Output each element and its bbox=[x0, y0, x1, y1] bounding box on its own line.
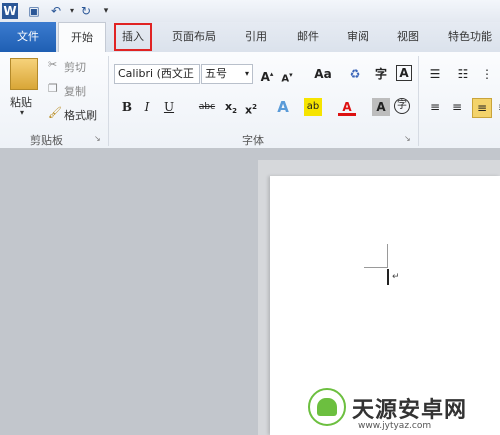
tab-view[interactable]: 视图 bbox=[390, 22, 426, 52]
font-name-combo[interactable]: Calibri (西文正 bbox=[114, 64, 200, 84]
align-left-icon[interactable]: ≡ bbox=[426, 98, 444, 116]
font-group-label: 字体 bbox=[242, 134, 264, 147]
cut-icon[interactable]: ✂ bbox=[48, 58, 57, 71]
font-size-dropdown-icon[interactable]: ▾ bbox=[245, 65, 249, 83]
ribbon-tabs: 文件 开始 插入 页面布局 引用 邮件 审阅 视图 特色功能 bbox=[0, 22, 500, 52]
multilevel-list-icon[interactable]: ⋮ bbox=[478, 65, 496, 83]
cut-button[interactable]: 剪切 bbox=[64, 59, 86, 75]
bold-icon[interactable]: B bbox=[118, 98, 136, 116]
clear-format-icon[interactable]: ♻ bbox=[346, 65, 364, 83]
align-center-icon[interactable]: ≡ bbox=[448, 98, 466, 116]
android-icon bbox=[317, 398, 337, 416]
redo-icon[interactable]: ↻ bbox=[78, 3, 94, 19]
change-case-icon[interactable]: Aa bbox=[310, 65, 336, 83]
paste-dropdown-icon[interactable]: ▾ bbox=[20, 108, 24, 117]
paste-icon[interactable] bbox=[10, 58, 38, 90]
enclose-char-icon[interactable]: 字 bbox=[394, 98, 410, 114]
tab-mailings[interactable]: 邮件 bbox=[290, 22, 326, 52]
copy-button[interactable]: 复制 bbox=[64, 83, 86, 99]
numbering-icon[interactable]: ☷ bbox=[454, 65, 472, 83]
subscript-icon[interactable]: x2 bbox=[222, 98, 240, 116]
strikethrough-icon[interactable]: abc bbox=[196, 98, 218, 116]
font-color-icon[interactable]: A bbox=[338, 98, 356, 116]
tab-review[interactable]: 审阅 bbox=[340, 22, 376, 52]
underline-icon[interactable]: U bbox=[160, 98, 178, 116]
tab-home[interactable]: 开始 bbox=[58, 22, 106, 52]
phonetic-guide-icon[interactable]: 字 bbox=[372, 65, 390, 83]
undo-icon[interactable]: ↶ bbox=[48, 3, 64, 19]
format-painter-button[interactable]: 格式刷 bbox=[64, 107, 97, 123]
customize-icon[interactable]: ▾ bbox=[98, 3, 114, 19]
justify-icon[interactable]: ≡ bbox=[494, 98, 500, 116]
bullets-icon[interactable]: ☰ bbox=[426, 65, 444, 83]
italic-icon[interactable]: I bbox=[138, 98, 156, 116]
clipboard-group-label: 剪贴板 bbox=[30, 134, 63, 147]
align-right-icon[interactable]: ≡ bbox=[472, 98, 492, 118]
tab-file[interactable]: 文件 bbox=[0, 22, 56, 52]
grow-font-icon[interactable]: A▴ bbox=[258, 65, 276, 84]
crop-mark-vertical bbox=[387, 244, 388, 268]
paragraph-mark-icon: ↵ bbox=[392, 272, 400, 282]
char-shading-icon[interactable]: A bbox=[372, 98, 390, 116]
highlight-icon[interactable]: ab bbox=[304, 98, 322, 116]
crop-mark-horizontal bbox=[364, 267, 388, 268]
font-launcher-icon[interactable]: ↘ bbox=[404, 134, 411, 143]
word-icon[interactable]: W bbox=[2, 3, 18, 19]
clipboard-launcher-icon[interactable]: ↘ bbox=[94, 134, 101, 143]
tab-references[interactable]: 引用 bbox=[238, 22, 274, 52]
ribbon: 粘贴 ▾ ✂ 剪切 ❐ 复制 🖌 格式刷 剪贴板 ↘ Calibri (西文正 … bbox=[0, 52, 500, 149]
tab-special[interactable]: 特色功能 bbox=[440, 22, 500, 52]
font-name-value: Calibri (西文正 bbox=[118, 67, 194, 80]
text-cursor bbox=[387, 269, 389, 285]
shrink-font-icon[interactable]: A▾ bbox=[278, 66, 296, 84]
font-size-combo[interactable]: 五号 ▾ bbox=[201, 64, 253, 84]
group-separator bbox=[108, 56, 109, 146]
text-effect-icon[interactable]: A bbox=[274, 98, 292, 116]
save-icon[interactable]: ▣ bbox=[26, 3, 42, 19]
watermark-logo-icon bbox=[308, 388, 346, 426]
tab-insert[interactable]: 插入 bbox=[114, 23, 152, 51]
superscript-icon[interactable]: x2 bbox=[242, 98, 260, 117]
char-border-icon[interactable]: A bbox=[396, 65, 412, 81]
tab-layout[interactable]: 页面布局 bbox=[166, 22, 222, 52]
watermark-url: www.jytyaz.com bbox=[358, 421, 432, 431]
format-painter-icon[interactable]: 🖌 bbox=[48, 106, 62, 119]
watermark-brand: 天源安卓网 bbox=[352, 398, 468, 423]
font-size-value: 五号 bbox=[205, 67, 227, 80]
quick-access-toolbar: W ▣ ↶ ▾ ↻ ▾ bbox=[0, 0, 500, 23]
copy-icon[interactable]: ❐ bbox=[48, 82, 58, 95]
group-separator bbox=[418, 56, 419, 146]
